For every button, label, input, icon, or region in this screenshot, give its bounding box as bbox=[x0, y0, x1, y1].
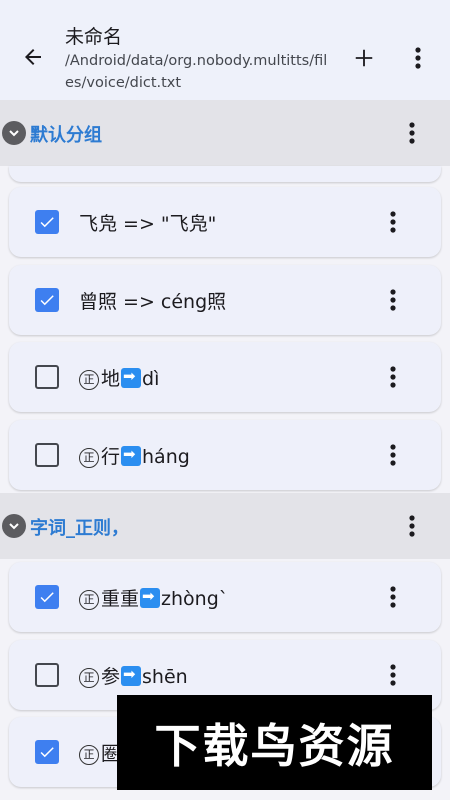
more-vert-icon bbox=[390, 366, 396, 388]
item-more-button[interactable] bbox=[374, 280, 412, 320]
check-icon bbox=[40, 295, 54, 306]
page-title: 未命名 bbox=[65, 26, 123, 48]
rule-text: 正圈 bbox=[79, 739, 120, 766]
more-vert-icon bbox=[409, 515, 415, 537]
watermark-banner: 下载鸟资源 bbox=[117, 695, 432, 790]
check-icon bbox=[40, 592, 54, 603]
rule-text: 正重重 zhòngˋ bbox=[79, 584, 228, 611]
item-more-button[interactable] bbox=[374, 357, 412, 397]
back-button[interactable] bbox=[12, 36, 54, 78]
list-item[interactable]: 正地 dì bbox=[9, 342, 441, 412]
rule-target: háng bbox=[142, 446, 190, 468]
rule-text: 飞凫 => "飞凫" bbox=[79, 213, 217, 235]
more-vert-icon bbox=[409, 122, 415, 144]
rule-source: 地 bbox=[101, 368, 121, 390]
check-icon bbox=[40, 217, 54, 228]
regex-badge: 正 bbox=[79, 745, 99, 765]
item-more-button[interactable] bbox=[374, 655, 412, 695]
group-title: 字词_正则， bbox=[30, 518, 129, 539]
add-button[interactable] bbox=[344, 38, 384, 78]
group-title: 默认分组 bbox=[30, 125, 102, 146]
plus-icon bbox=[355, 49, 373, 67]
overflow-menu-button[interactable] bbox=[398, 38, 438, 78]
watermark-text: 下载鸟资源 bbox=[154, 718, 395, 773]
item-more-button[interactable] bbox=[374, 435, 412, 475]
checkbox[interactable] bbox=[35, 663, 59, 687]
list-item[interactable]: 曾照 => céng照 bbox=[9, 265, 441, 335]
checkbox[interactable] bbox=[35, 443, 59, 467]
group-more-button[interactable] bbox=[393, 113, 431, 153]
list-item[interactable]: 飞凫 => "飞凫" bbox=[9, 187, 441, 257]
arrow-right-icon bbox=[121, 665, 142, 686]
list-item[interactable]: 正重重 zhòngˋ bbox=[9, 562, 441, 632]
arrow-right-icon bbox=[121, 445, 142, 466]
rule-source: 重重 bbox=[101, 588, 140, 610]
regex-badge: 正 bbox=[79, 448, 99, 468]
checkbox[interactable] bbox=[35, 365, 59, 389]
more-vert-icon bbox=[390, 444, 396, 466]
rule-text: 正参 shēn bbox=[79, 662, 188, 689]
collapse-icon[interactable] bbox=[2, 514, 26, 538]
regex-badge: 正 bbox=[79, 370, 99, 390]
group-header-regex[interactable]: 字词_正则， bbox=[0, 493, 450, 559]
rule-source: 行 bbox=[101, 446, 121, 468]
group-header-default[interactable]: 默认分组 bbox=[0, 100, 450, 166]
arrow-right-icon bbox=[121, 367, 142, 388]
app-bar: 未命名 /Android/data/org.nobody.multitts/fi… bbox=[0, 0, 450, 102]
rule-text: 曾照 => céng照 bbox=[79, 291, 227, 313]
item-more-button[interactable] bbox=[374, 202, 412, 242]
more-vert-icon bbox=[390, 211, 396, 233]
item-more-button[interactable] bbox=[374, 577, 412, 617]
regex-badge: 正 bbox=[79, 668, 99, 688]
rule-target: dì bbox=[142, 368, 160, 390]
more-vert-icon bbox=[390, 586, 396, 608]
checkbox[interactable] bbox=[35, 740, 59, 764]
more-vert-icon bbox=[390, 289, 396, 311]
arrow-right-icon bbox=[140, 587, 161, 608]
checkbox[interactable] bbox=[35, 288, 59, 312]
list-item[interactable]: 正行 háng bbox=[9, 420, 441, 490]
group-more-button[interactable] bbox=[393, 506, 431, 546]
more-vert-icon bbox=[415, 47, 421, 69]
rule-target: zhòngˋ bbox=[161, 588, 229, 610]
rule-text: 正行 háng bbox=[79, 442, 190, 469]
rule-text: 正地 dì bbox=[79, 364, 159, 391]
arrow-back-icon bbox=[25, 49, 41, 65]
collapse-icon[interactable] bbox=[2, 121, 26, 145]
regex-badge: 正 bbox=[79, 590, 99, 610]
list-item bbox=[9, 166, 441, 182]
check-icon bbox=[40, 747, 54, 758]
more-vert-icon bbox=[390, 664, 396, 686]
checkbox[interactable] bbox=[35, 210, 59, 234]
rule-source: 参 bbox=[101, 666, 121, 688]
rule-target: shēn bbox=[142, 666, 188, 688]
file-path: /Android/data/org.nobody.multitts/files/… bbox=[65, 53, 328, 91]
checkbox[interactable] bbox=[35, 585, 59, 609]
